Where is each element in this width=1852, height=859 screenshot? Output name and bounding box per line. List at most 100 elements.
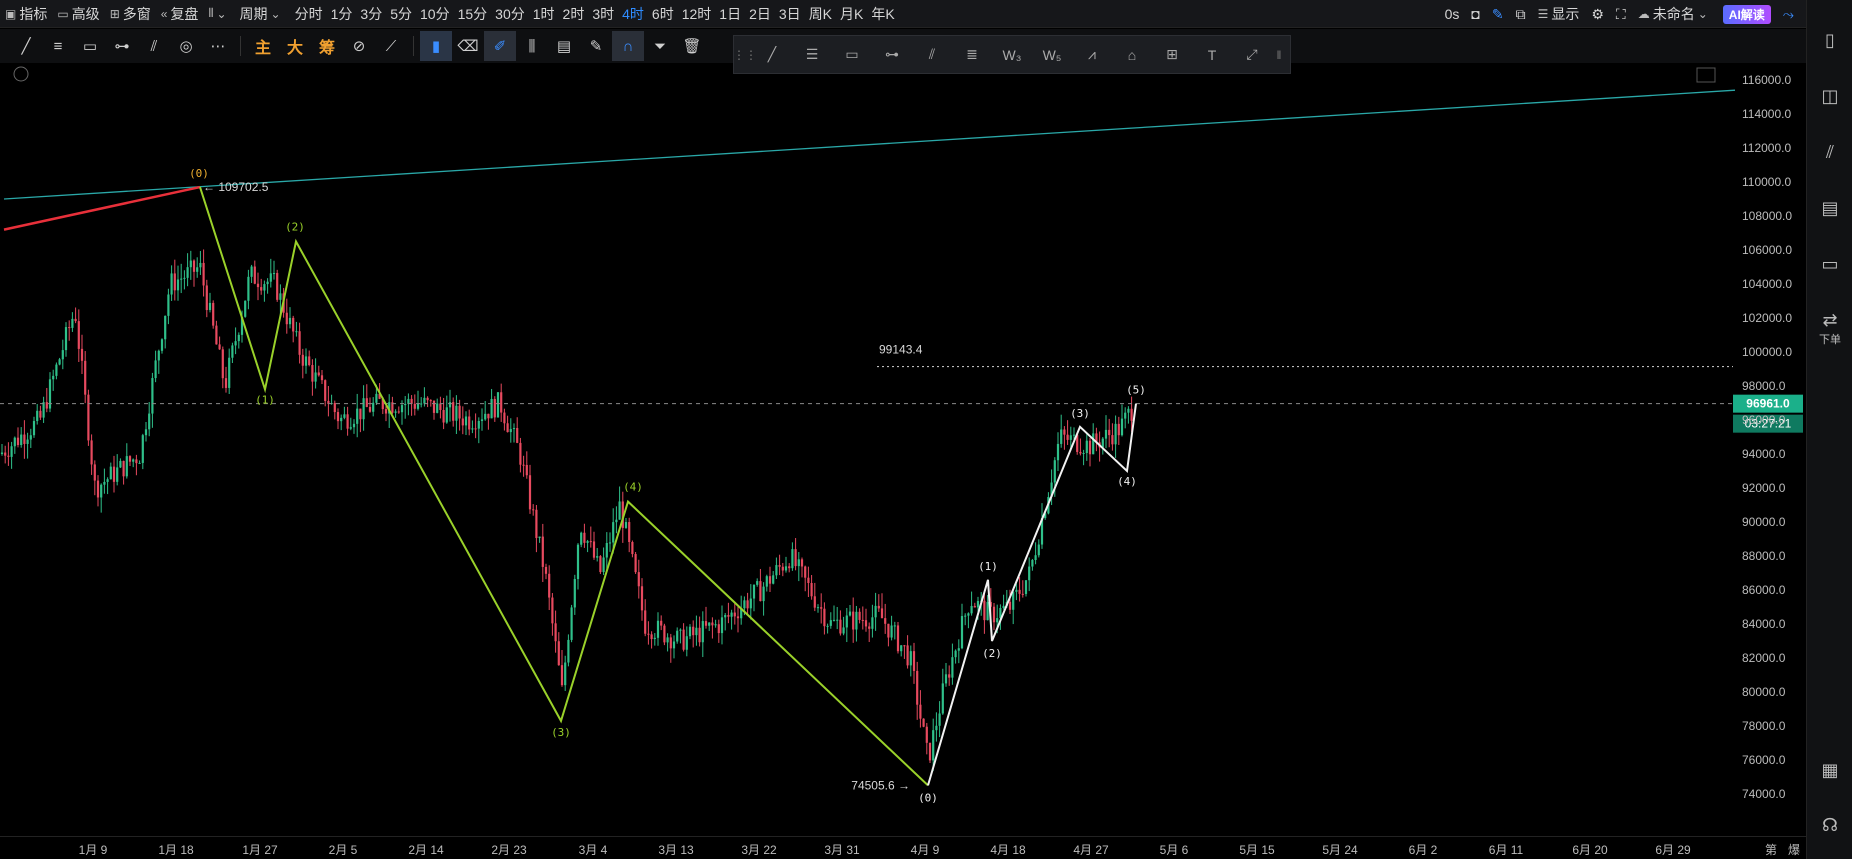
period-tab[interactable]: 月K	[840, 4, 871, 24]
price-axis[interactable]: 116000.0 114000.0 112000.0 110000.0 108000.0…	[1742, 73, 1792, 801]
period-tab[interactable]: 1时	[533, 4, 563, 24]
multi-window-button[interactable]: ⊞ 多窗	[105, 0, 156, 28]
advanced-button[interactable]: ▭ 高级	[52, 0, 104, 28]
candle-body	[794, 549, 797, 567]
wallet-icon[interactable]: ▭	[1807, 254, 1852, 275]
save-layout-button[interactable]: ☁ 未命名 ⌄	[1632, 0, 1717, 28]
fullscreen-icon[interactable]: ⛶	[1610, 0, 1632, 28]
period-tab[interactable]: 1分	[331, 4, 361, 24]
bookmark-icon[interactable]: ▮	[420, 31, 452, 61]
candle-body	[992, 606, 996, 623]
candle-body	[544, 566, 548, 574]
candle-body	[359, 408, 362, 420]
magnet-icon[interactable]: ∩	[612, 31, 644, 61]
candles-icon[interactable]: ⫼	[516, 31, 548, 61]
candle-body	[122, 460, 125, 477]
period-tab[interactable]: 5分	[390, 4, 420, 24]
candle-body	[1012, 591, 1015, 610]
candle-body	[1002, 605, 1005, 608]
axis-corner-label[interactable]: 爆	[1788, 841, 1800, 858]
time-tick: 6月 20	[1572, 843, 1608, 857]
axis-corner-label[interactable]: 第	[1765, 841, 1777, 858]
period-tab[interactable]: 2时	[563, 4, 593, 24]
period-tab[interactable]: 1日	[719, 4, 749, 24]
display-button[interactable]: ☰ 显示	[1532, 0, 1586, 28]
candle-body	[52, 375, 55, 380]
period-tab[interactable]: 2日	[749, 4, 779, 24]
camera-icon[interactable]: ◘	[1465, 0, 1485, 28]
period-tab[interactable]: 12时	[682, 4, 720, 24]
ruler-icon[interactable]: ⊶	[106, 31, 138, 61]
document-icon[interactable]: ▯	[1807, 30, 1852, 51]
period-tab[interactable]: 10分	[420, 4, 458, 24]
lock-icon[interactable]: ▤	[548, 31, 580, 61]
candle-body	[304, 356, 308, 366]
period-menu-button[interactable]: 周期 ⌄	[235, 0, 289, 28]
candle-body	[202, 262, 205, 286]
candle-body	[404, 403, 407, 406]
indicators-button[interactable]: ▣ 指标	[0, 0, 52, 28]
draw-mode-icon[interactable]: ✐	[484, 31, 516, 61]
price-tick: 116000.0	[1742, 73, 1791, 87]
candle-body	[832, 619, 836, 621]
candle-body	[871, 617, 874, 629]
candle-body	[484, 413, 487, 420]
period-tab[interactable]: 30分	[495, 4, 533, 24]
horizontal-lines-icon[interactable]: ≡	[42, 31, 74, 61]
stats-icon[interactable]: ▤	[1807, 198, 1852, 219]
trend-icon[interactable]: ⫽	[1807, 142, 1852, 163]
candle-body	[624, 522, 628, 528]
candle-body	[813, 596, 816, 608]
calendar-icon[interactable]: ▦	[1807, 760, 1852, 781]
edit-icon[interactable]: ✎	[580, 31, 612, 61]
candle-body	[103, 481, 106, 485]
pen-icon[interactable]: ✎	[1486, 0, 1510, 28]
period-tab[interactable]: 3分	[360, 4, 390, 24]
period-tab[interactable]: 周K	[809, 4, 840, 24]
candle-body	[900, 645, 903, 652]
period-tab[interactable]: 15分	[458, 4, 496, 24]
measure-icon[interactable]: ⟋	[375, 31, 407, 61]
order-button[interactable]: ⇄ 下单	[1807, 310, 1852, 347]
ai-analysis-button[interactable]: AI解读	[1722, 4, 1771, 24]
filter-icon[interactable]: ⏷	[644, 31, 676, 61]
trash-icon[interactable]: 🗑	[676, 31, 708, 61]
candle-body	[167, 294, 170, 316]
period-tab[interactable]: 3日	[779, 4, 809, 24]
period-tab[interactable]: 年K	[871, 4, 902, 24]
compare-icon[interactable]: ⊘	[343, 31, 375, 61]
restore-button[interactable]: «复盘	[156, 0, 204, 28]
layout-icon[interactable]: ⧉	[1510, 0, 1532, 28]
candle-body	[256, 283, 260, 288]
rectangle-icon[interactable]: ▭	[74, 31, 106, 61]
chips-button[interactable]: 筹	[311, 31, 343, 61]
parallel-channel-icon[interactable]: ⫽	[138, 31, 170, 61]
price-tick: 114000.0	[1742, 107, 1791, 121]
price-chart[interactable]: 99143.4 (0) (1) (2) (3) (4) (0) (1) (2) (3) (4) (5)…	[0, 63, 1806, 836]
candle-body	[976, 601, 980, 608]
fib-circle-icon[interactable]: ◎	[170, 31, 202, 61]
big-order-button[interactable]: 大	[279, 31, 311, 61]
candle-body	[205, 285, 208, 311]
time-axis[interactable]: 1月 9 1月 18 1月 27 2月 5 2月 14 2月 23 3月 4 3月 13 3月 …	[0, 836, 1806, 859]
candle-body	[16, 437, 20, 446]
eraser-icon[interactable]: ⌫	[452, 31, 484, 61]
chart-type-button[interactable]: ⫴ ⌄	[203, 0, 234, 28]
candle-body	[474, 428, 477, 430]
period-tab[interactable]: 3时	[592, 4, 622, 24]
price-tick: 96000.0	[1742, 413, 1786, 427]
headset-icon[interactable]: ☊	[1807, 815, 1852, 836]
period-tab[interactable]: 6时	[652, 4, 682, 24]
candle-body	[1111, 435, 1114, 445]
divider	[240, 36, 241, 56]
period-tab[interactable]: 分时	[295, 4, 331, 24]
candle-body	[1015, 589, 1018, 592]
period-tab[interactable]: 4时	[622, 4, 652, 24]
candle-body	[500, 392, 503, 413]
settings-icon[interactable]: ⚙	[1585, 0, 1610, 28]
line-tool-icon[interactable]: ╱	[10, 31, 42, 61]
main-indicator-button[interactable]: 主	[247, 31, 279, 61]
share-icon[interactable]: ⤳	[1777, 0, 1800, 28]
more-tools-icon[interactable]: ⋯	[202, 31, 234, 61]
chart-panel-icon[interactable]: ◫	[1807, 86, 1852, 107]
